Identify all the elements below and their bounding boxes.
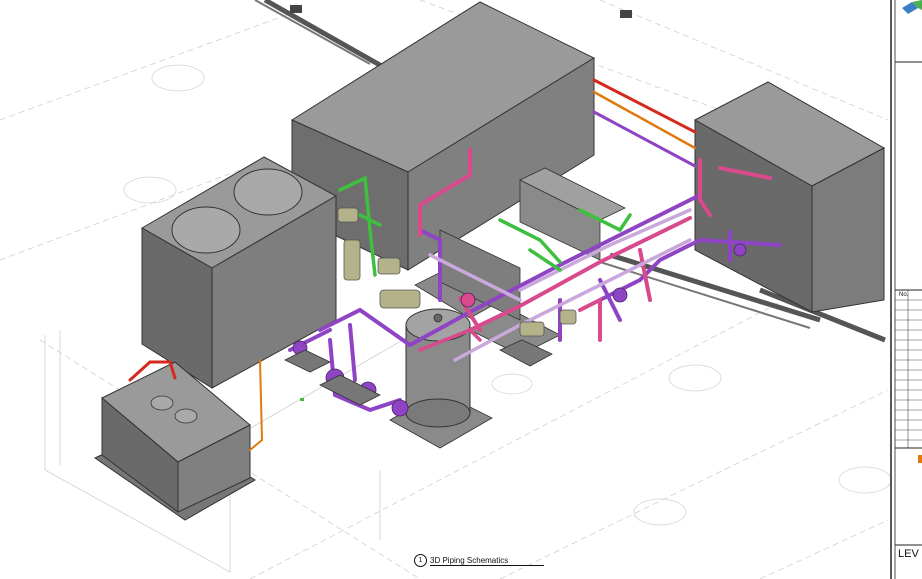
fan-shroud-icon xyxy=(233,168,303,216)
revision-header: No. xyxy=(899,292,909,298)
view-title: 1 3D Piping Schematics xyxy=(414,554,545,567)
sheet-label: LEV xyxy=(898,548,919,560)
tank-unit[interactable] xyxy=(94,361,256,521)
hot-water-pipes[interactable] xyxy=(592,78,697,168)
expansion-tank[interactable] xyxy=(405,308,471,428)
fan-shroud-icon xyxy=(171,206,241,254)
column-marker xyxy=(620,10,632,18)
title-block xyxy=(890,0,922,579)
logo-icon xyxy=(902,0,922,14)
air-handler-right[interactable] xyxy=(693,81,886,313)
3d-piping-view[interactable] xyxy=(0,0,922,579)
column-marker xyxy=(290,5,302,13)
drawing-sheet: 1 3D Piping Schematics No. LEV xyxy=(0,0,922,579)
tag-marker xyxy=(300,398,304,401)
view-title-text: 3D Piping Schematics xyxy=(430,556,545,566)
view-number-bubble: 1 xyxy=(414,554,427,567)
title-block-mark xyxy=(918,455,922,463)
